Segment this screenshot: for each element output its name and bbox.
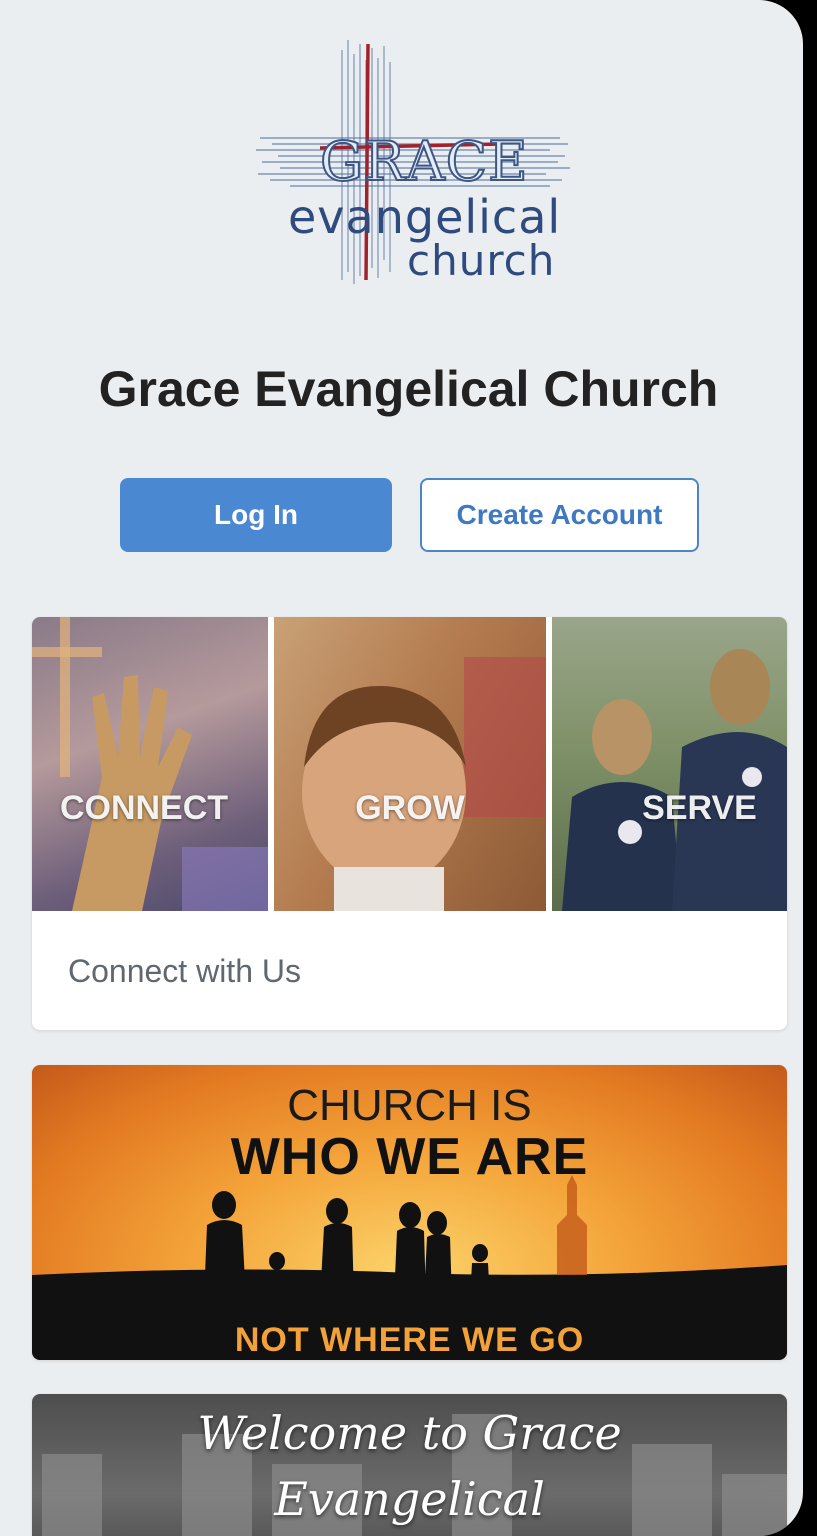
app-screen: GRACE evangelical church Grace Evangelic… [0, 0, 803, 1536]
connect-card[interactable]: CONNECT GROW SERVE Connect with Us [32, 617, 787, 1030]
grow-label: GROW [355, 789, 465, 827]
log-in-button[interactable]: Log In [120, 478, 392, 552]
grow-panel: GROW [274, 617, 546, 911]
banner-line-church-is: CHURCH IS [287, 1081, 532, 1130]
welcome-line-2: Evangelical [274, 1472, 545, 1526]
raised-hand-illustration [32, 617, 268, 911]
banner-line-who-we-are: WHO WE ARE [230, 1128, 589, 1186]
connect-caption: Connect with Us [68, 953, 301, 989]
girls-illustration [562, 649, 787, 911]
create-account-button[interactable]: Create Account [420, 478, 699, 552]
welcome-banner[interactable]: Welcome to Grace Evangelical [32, 1394, 787, 1536]
connect-label: CONNECT [59, 789, 229, 827]
welcome-line-1: Welcome to Grace [197, 1406, 622, 1460]
serve-label: SERVE [642, 789, 757, 827]
connect-panel: CONNECT [32, 617, 268, 911]
logo-line-church: church [407, 236, 556, 285]
church-is-who-we-are-banner[interactable]: CHURCH IS WHO WE ARE NOT WHERE WE GO [32, 1065, 787, 1360]
boy-illustration [302, 657, 546, 911]
page-title: Grace Evangelical Church [98, 361, 719, 417]
serve-panel: SERVE [552, 617, 787, 911]
church-logo: GRACE evangelical church [250, 40, 575, 285]
logo-word: GRACE [319, 129, 529, 194]
banner-line-not-where-we-go: NOT WHERE WE GO [234, 1321, 585, 1359]
